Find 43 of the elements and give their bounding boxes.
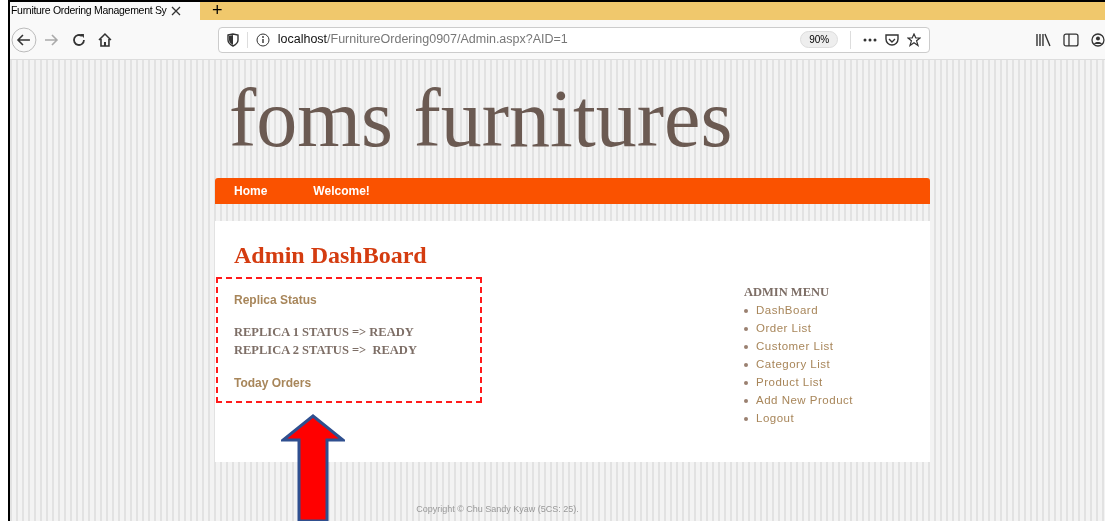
star-icon[interactable] bbox=[907, 32, 922, 47]
menu-link[interactable]: Category List bbox=[756, 356, 831, 374]
close-icon[interactable] bbox=[170, 6, 181, 16]
bullet-icon bbox=[744, 398, 748, 403]
bullet-icon bbox=[744, 344, 748, 349]
menu-title: ADMIN MENU bbox=[744, 284, 831, 301]
library-icon[interactable] bbox=[1035, 32, 1052, 47]
section-title: Replica Status bbox=[234, 292, 318, 309]
bullet-icon bbox=[744, 362, 748, 367]
footer-text: Copyright © Chu Sandy Kyaw (5CS: 25). bbox=[416, 503, 579, 516]
back-icon[interactable] bbox=[11, 26, 37, 53]
menu-link[interactable]: Add New Product bbox=[756, 392, 853, 410]
bullet-icon bbox=[744, 416, 748, 421]
info-icon[interactable] bbox=[255, 32, 270, 47]
menu-link[interactable]: Product List bbox=[756, 374, 823, 392]
replica-status: REPLICA 1 STATUS => READY bbox=[234, 324, 415, 341]
address-bar[interactable]: localhost/FurnitureOrdering0907/Admin.aspx?AID=1 90% bbox=[217, 26, 931, 53]
arrow-icon bbox=[281, 414, 345, 521]
page-heading: Admin DashBoard bbox=[234, 241, 428, 270]
more-icon[interactable] bbox=[863, 37, 878, 42]
shield-icon bbox=[226, 32, 239, 47]
menu-link[interactable]: DashBoard bbox=[756, 302, 819, 320]
menu-link[interactable]: Customer List bbox=[756, 338, 834, 356]
site-logo: foms furnitures bbox=[229, 78, 733, 160]
menu-link[interactable]: Logout bbox=[756, 410, 795, 428]
nav-link[interactable]: Home bbox=[234, 182, 268, 200]
sidebar-icon[interactable] bbox=[1063, 32, 1080, 47]
nav-link[interactable]: Welcome! bbox=[313, 182, 370, 200]
browser-tab[interactable]: Furniture Ordering Management Sy bbox=[10, 2, 200, 20]
new-tab-button[interactable]: + bbox=[212, 2, 223, 20]
bullet-icon bbox=[744, 308, 748, 313]
tab-title: Furniture Ordering Management Sy bbox=[11, 3, 167, 19]
reload-icon[interactable] bbox=[70, 31, 87, 48]
url-text: localhost/FurnitureOrdering0907/Admin.aspx?AID=1 bbox=[277, 31, 568, 49]
menu-link[interactable]: Order List bbox=[756, 320, 812, 338]
section-title: Today Orders bbox=[234, 375, 313, 392]
account-icon[interactable] bbox=[1091, 32, 1105, 47]
bullet-icon bbox=[744, 380, 748, 385]
zoom-badge[interactable]: 90% bbox=[800, 31, 839, 48]
replica-status: REPLICA 2 STATUS => READY bbox=[234, 342, 418, 359]
bullet-icon bbox=[744, 326, 748, 331]
home-icon[interactable] bbox=[96, 31, 113, 48]
pocket-icon[interactable] bbox=[885, 32, 900, 47]
